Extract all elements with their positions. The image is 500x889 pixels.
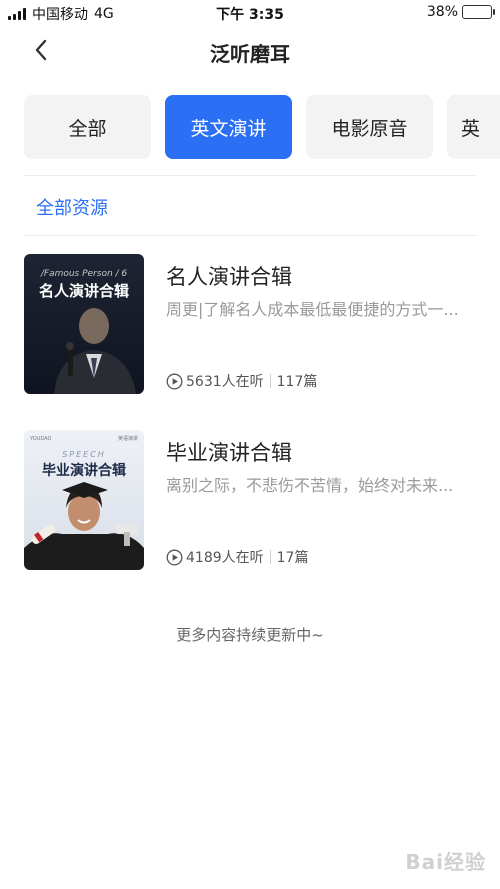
item-description: 周更|了解名人成本最低最便捷的方式一... xyxy=(166,300,459,319)
cover-brand-right: 英语演讲 xyxy=(118,435,138,442)
divider xyxy=(24,235,476,236)
cover-image: /Famous Person / 6 名人演讲合辑 xyxy=(24,254,144,394)
listener-count: 4189人在听 xyxy=(186,550,264,566)
item-title: 名人演讲合辑 xyxy=(166,265,292,289)
cover-main-text: 毕业演讲合辑 xyxy=(42,462,126,479)
cover-top-text: /Famous Person / 6 xyxy=(40,269,128,279)
battery-percent: 38% xyxy=(426,4,458,20)
play-icon xyxy=(166,549,183,565)
battery-icon: ⚡ xyxy=(462,4,495,19)
list-item[interactable]: YOUDAO 英语演讲 SPEECH 毕业演讲合辑 毕业演讲合辑 离别之际，不悲… xyxy=(24,430,476,570)
item-description: 离别之际，不悲伤不苦情，始终对未来... xyxy=(166,476,454,495)
cover-top-text: SPEECH xyxy=(62,450,106,459)
watermark-logo: Bai经验 xyxy=(405,850,486,874)
listener-count: 5631人在听 xyxy=(186,374,264,390)
category-tabs: 全部 英文演讲 电影原音 英 xyxy=(24,95,500,161)
episode-count: 17篇 xyxy=(276,550,309,566)
list-item[interactable]: /Famous Person / 6 名人演讲合辑 名人演讲合辑 周更|了解名人… xyxy=(24,254,476,394)
meta-separator xyxy=(269,374,271,388)
tab-more[interactable]: 英 xyxy=(447,95,500,159)
nav-bar: 泛听磨耳 xyxy=(0,26,500,78)
tab-english-speech[interactable]: 英文演讲 xyxy=(165,95,292,159)
charging-icon: ⚡ xyxy=(473,4,482,18)
item-title: 毕业演讲合辑 xyxy=(166,441,292,465)
footer-note: 更多内容持续更新中~ xyxy=(176,626,324,644)
tab-all[interactable]: 全部 xyxy=(24,95,151,159)
status-time: 下午 3:35 xyxy=(216,7,284,23)
divider xyxy=(24,175,476,176)
cover-main-text: 名人演讲合辑 xyxy=(39,282,129,300)
cover-image: YOUDAO 英语演讲 SPEECH 毕业演讲合辑 xyxy=(24,430,144,570)
status-right: 38% ⚡ xyxy=(426,4,495,20)
item-meta: 5631人在听 117篇 xyxy=(166,371,317,391)
section-label[interactable]: 全部资源 xyxy=(36,194,108,220)
page-title: 泛听磨耳 xyxy=(210,42,290,66)
meta-separator xyxy=(269,550,271,564)
tab-movie-audio[interactable]: 电影原音 xyxy=(306,95,433,159)
cover-brand-left: YOUDAO xyxy=(29,436,51,442)
status-bar: 中国移动 4G 下午 3:35 38% ⚡ xyxy=(0,0,500,26)
item-meta: 4189人在听 17篇 xyxy=(166,547,308,567)
play-icon xyxy=(166,373,183,389)
episode-count: 117篇 xyxy=(276,374,318,390)
